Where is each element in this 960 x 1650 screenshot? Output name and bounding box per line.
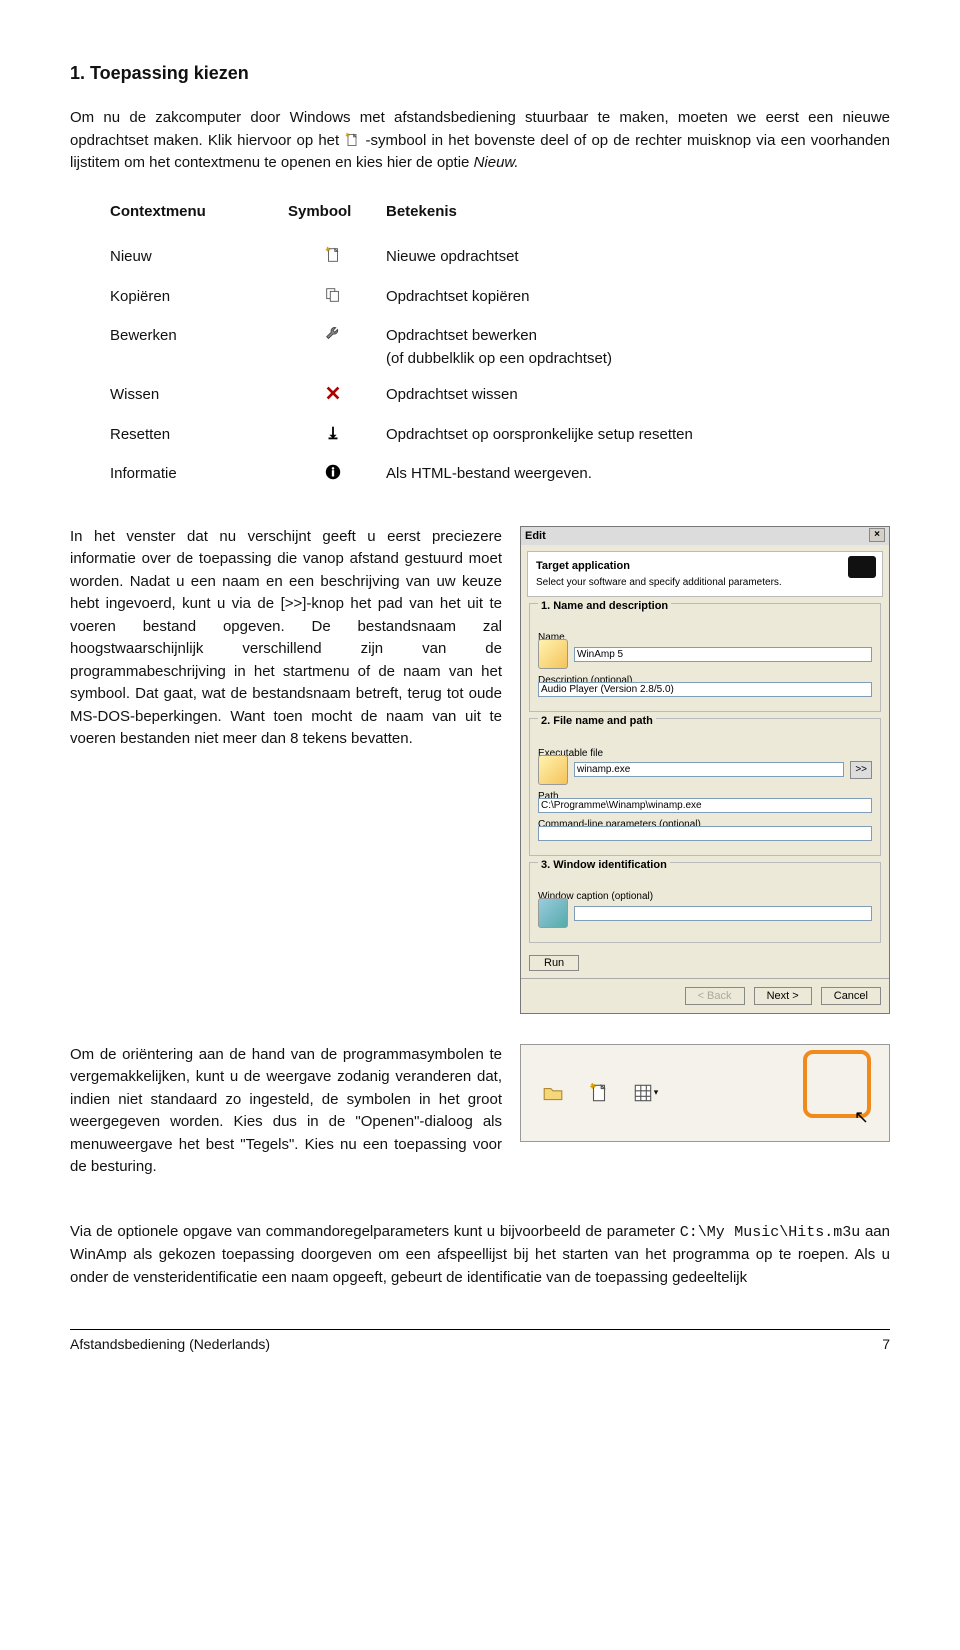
para4-a: Via de optionele opgave van commandorege… xyxy=(70,1223,680,1240)
cell-menu: Wissen xyxy=(70,377,284,417)
reset-icon xyxy=(284,417,382,457)
copy-icon xyxy=(284,279,382,319)
window-icon xyxy=(538,898,568,928)
section-title-1: 1. Name and description xyxy=(538,600,671,612)
table-row: Nieuw Nieuwe opdrachtset xyxy=(70,239,890,279)
table-row: Informatie Als HTML-bestand weergeven. xyxy=(70,456,890,496)
exe-icon xyxy=(538,755,568,785)
caption-field[interactable] xyxy=(574,906,872,921)
dialog-title: Edit xyxy=(525,528,546,545)
run-button[interactable]: Run xyxy=(529,955,579,971)
app-icon[interactable] xyxy=(538,639,568,669)
th-symbool: Symbool xyxy=(284,195,382,240)
back-button[interactable]: < Back xyxy=(685,987,745,1005)
cmd-field[interactable] xyxy=(538,826,872,841)
cell-menu: Resetten xyxy=(70,417,284,457)
footer-right: 7 xyxy=(882,1334,890,1355)
paragraph-3: Om de oriëntering aan de hand van de pro… xyxy=(70,1044,502,1179)
cell-bet: Als HTML-bestand weergeven. xyxy=(382,456,890,496)
exe-field[interactable] xyxy=(574,762,844,777)
para4-code: C:\My Music\Hits.m3u xyxy=(680,1224,861,1241)
section-name-desc: 1. Name and description Name Description… xyxy=(529,603,881,713)
section-title-2: 2. File name and path xyxy=(538,715,656,727)
page-heading: 1. Toepassing kiezen xyxy=(70,60,890,87)
cell-bet: Nieuwe opdrachtset xyxy=(382,239,890,279)
footer-left: Afstandsbediening (Nederlands) xyxy=(70,1334,270,1355)
browse-button[interactable]: >> xyxy=(850,761,872,779)
folder-icon[interactable] xyxy=(539,1080,567,1106)
path-field[interactable] xyxy=(538,798,872,813)
cancel-button[interactable]: Cancel xyxy=(821,987,881,1005)
next-button[interactable]: Next > xyxy=(754,987,812,1005)
target-sub: Select your software and specify additio… xyxy=(536,575,874,590)
intro-paragraph: Om nu de zakcomputer door Windows met af… xyxy=(70,107,890,175)
cell-menu: Informatie xyxy=(70,456,284,496)
cell-bet: Opdrachtset op oorspronkelijke setup res… xyxy=(382,417,890,457)
new-document-icon[interactable] xyxy=(585,1080,613,1106)
cell-bet: Opdrachtset kopiëren xyxy=(382,279,890,319)
delete-icon xyxy=(284,377,382,417)
cell-bet: Opdrachtset wissen xyxy=(382,377,890,417)
section-window-id: 3. Window identification Window caption … xyxy=(529,862,881,944)
th-betekenis: Betekenis xyxy=(382,195,890,240)
toolbar-figure: ▾ ↖ xyxy=(520,1044,890,1142)
target-title: Target application xyxy=(536,558,874,575)
th-contextmenu: Contextmenu xyxy=(70,195,284,240)
name-field[interactable] xyxy=(574,647,872,662)
remote-icon xyxy=(848,556,876,578)
new-document-icon xyxy=(284,239,382,279)
paragraph-4: Via de optionele opgave van commandorege… xyxy=(70,1221,890,1290)
table-row: Bewerken Opdrachtset bewerken (of dubbel… xyxy=(70,318,890,377)
dialog-header: Target application Select your software … xyxy=(527,551,883,597)
table-row: Wissen Opdrachtset wissen xyxy=(70,377,890,417)
desc-field[interactable] xyxy=(538,682,872,697)
page-footer: Afstandsbediening (Nederlands) 7 xyxy=(70,1329,890,1355)
section-file-path: 2. File name and path Executable file >>… xyxy=(529,718,881,856)
dialog-buttons: < Back Next > Cancel xyxy=(521,978,889,1013)
cell-menu: Kopiëren xyxy=(70,279,284,319)
contextmenu-table: Contextmenu Symbool Betekenis Nieuw Nieu… xyxy=(70,195,890,496)
cell-menu: Nieuw xyxy=(70,239,284,279)
view-grid-icon[interactable]: ▾ xyxy=(631,1080,659,1106)
intro-option-nieuw: Nieuw. xyxy=(474,154,519,171)
cell-bet: Opdrachtset bewerken (of dubbelklik op e… xyxy=(382,318,890,377)
paragraph-2: In het venster dat nu verschijnt geeft u… xyxy=(70,526,502,751)
section-title-3: 3. Window identification xyxy=(538,859,670,871)
table-row: Resetten Opdrachtset op oorspronkelijke … xyxy=(70,417,890,457)
new-document-icon xyxy=(344,132,360,148)
close-icon[interactable]: × xyxy=(869,528,885,542)
cursor-icon: ↖ xyxy=(854,1104,869,1131)
info-icon xyxy=(284,456,382,496)
dialog-titlebar[interactable]: Edit × xyxy=(521,527,889,546)
table-row: Kopiëren Opdrachtset kopiëren xyxy=(70,279,890,319)
run-row: Run xyxy=(521,949,889,978)
wrench-icon xyxy=(284,318,382,377)
edit-dialog: Edit × Target application Select your so… xyxy=(520,526,890,1014)
cell-menu: Bewerken xyxy=(70,318,284,377)
